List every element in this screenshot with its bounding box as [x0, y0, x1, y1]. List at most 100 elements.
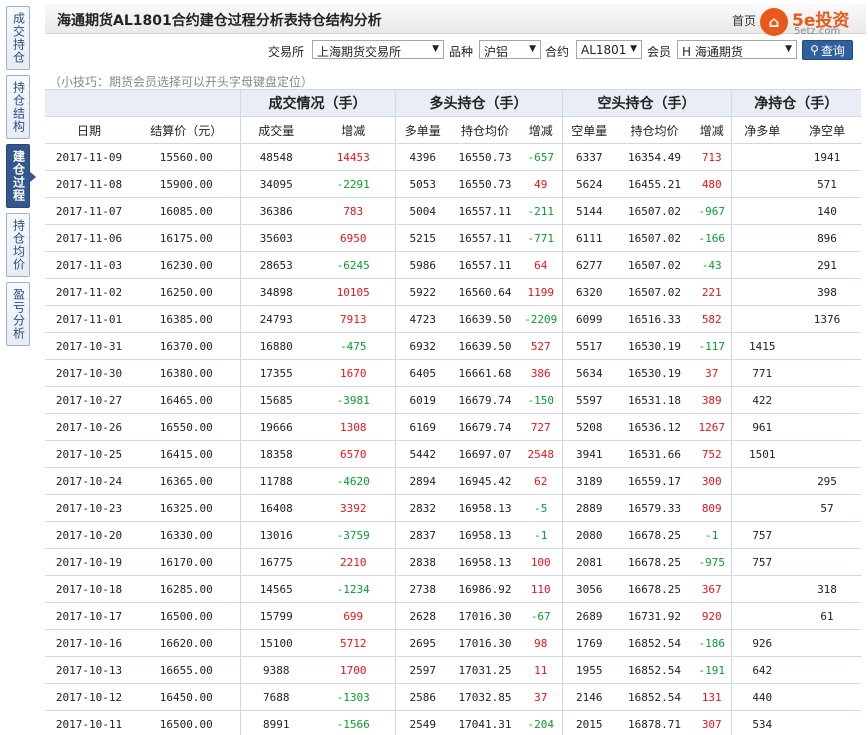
table-cell: 16530.19	[616, 332, 693, 360]
table-cell: 582	[693, 305, 731, 333]
table-cell: 15900.00	[133, 170, 240, 198]
variety-value: 沪铝	[484, 45, 509, 59]
table-cell: 2889	[561, 494, 616, 522]
table-cell: 6950	[312, 224, 395, 252]
exchange-select[interactable]: 上海期货交易所 ▼	[312, 40, 444, 59]
column-header: 净空单	[793, 116, 861, 144]
site-logo[interactable]: 首页 ⌂ 5e投资 5etz.com	[732, 6, 864, 40]
table-cell: 642	[730, 656, 793, 684]
table-cell: 16507.02	[616, 197, 693, 225]
table-cell: 571	[793, 170, 861, 198]
table-cell: 5215	[394, 224, 450, 252]
group-header-long: 多头持仓（手）	[394, 89, 562, 117]
table-cell	[730, 305, 793, 333]
column-header: 成交量	[239, 116, 312, 144]
table-cell: 35603	[239, 224, 312, 252]
table-row: 2017-11-07 16085.00 36386 783 5004 16557.11 -2…	[45, 197, 861, 225]
table-cell: 2017-10-20	[45, 521, 133, 549]
table-cell	[730, 143, 793, 171]
table-cell: 11	[520, 656, 562, 684]
table-cell: 16852.54	[616, 629, 693, 657]
table-cell: 16516.33	[616, 305, 693, 333]
table-row: 2017-10-12 16450.00 7688 -1303 2586 17032.85 3…	[45, 683, 861, 711]
table-cell: 14565	[239, 575, 312, 603]
table-cell: 440	[730, 683, 793, 711]
column-header: 日期	[45, 116, 133, 144]
table-cell: -67	[520, 602, 562, 630]
table-cell: 2017-10-16	[45, 629, 133, 657]
table-cell: 2210	[312, 548, 395, 576]
table-cell: 16325.00	[133, 494, 240, 522]
table-cell: 926	[730, 629, 793, 657]
table-cell: 19666	[239, 413, 312, 441]
table-cell: 16415.00	[133, 440, 240, 468]
table-cell: 16380.00	[133, 359, 240, 387]
table-cell: 16697.07	[450, 440, 520, 468]
table-cell	[793, 710, 861, 735]
table-cell: 2146	[561, 683, 616, 711]
tab-build-process[interactable]: 建仓过程	[6, 144, 36, 208]
member-select[interactable]: H 海通期货 ▼	[677, 40, 797, 59]
table-cell: 17016.30	[450, 629, 520, 657]
table-cell: 1670	[312, 359, 395, 387]
home-link[interactable]: 首页	[732, 12, 756, 29]
table-row: 2017-10-17 16500.00 15799 699 2628 17016.30 -6…	[45, 602, 861, 630]
member-label: 会员	[647, 45, 672, 59]
table-cell: 367	[693, 575, 731, 603]
table-row: 2017-10-19 16170.00 16775 2210 2838 16958.13 1…	[45, 548, 861, 576]
table-cell: 16550.00	[133, 413, 240, 441]
column-header: 多单量	[394, 116, 450, 144]
table-cell: 713	[693, 143, 731, 171]
exchange-value: 上海期货交易所	[317, 45, 402, 59]
table-cell: 2597	[394, 656, 450, 684]
table-cell: 7913	[312, 305, 395, 333]
table-cell: 64	[520, 251, 562, 279]
table-cell: 16661.68	[450, 359, 520, 387]
table-cell: 16531.18	[616, 386, 693, 414]
column-header: 空单量	[561, 116, 616, 144]
table-cell: 16678.25	[616, 521, 693, 549]
table-cell: 2080	[561, 521, 616, 549]
table-cell: 61	[793, 602, 861, 630]
table-cell: 16852.54	[616, 656, 693, 684]
tab-profit-loss[interactable]: 盈亏分析	[6, 282, 30, 346]
contract-select[interactable]: AL1801 ▼	[576, 40, 642, 59]
tab-position-structure[interactable]: 持仓结构	[6, 75, 30, 139]
table-cell: 16678.25	[616, 575, 693, 603]
build-process-table: 成交情况（手） 多头持仓（手） 空头持仓（手） 净持仓（手） 日期 结算价（元）…	[45, 89, 861, 735]
table-cell: 100	[520, 548, 562, 576]
variety-select[interactable]: 沪铝 ▼	[479, 40, 541, 59]
table-cell: 4723	[394, 305, 450, 333]
table-cell: 16775	[239, 548, 312, 576]
table-cell: 16285.00	[133, 575, 240, 603]
table-cell: 398	[793, 278, 861, 306]
table-cell: 16557.11	[450, 224, 520, 252]
table-cell: 5986	[394, 251, 450, 279]
table-cell: 17032.85	[450, 683, 520, 711]
table-cell: 2832	[394, 494, 450, 522]
tab-trade-position[interactable]: 成交持仓	[6, 6, 30, 70]
table-cell: 17031.25	[450, 656, 520, 684]
chevron-down-icon: ▼	[432, 44, 439, 54]
tab-average-price[interactable]: 持仓均价	[6, 213, 30, 277]
table-cell: 5712	[312, 629, 395, 657]
table-cell: 57	[793, 494, 861, 522]
table-cell: 34095	[239, 170, 312, 198]
table-cell: 16878.71	[616, 710, 693, 735]
table-cell: -186	[693, 629, 731, 657]
table-cell	[793, 359, 861, 387]
table-cell: 757	[730, 548, 793, 576]
table-cell: 16958.13	[450, 494, 520, 522]
table-cell: 1376	[793, 305, 861, 333]
column-header: 结算价（元）	[133, 116, 240, 144]
table-cell: 16085.00	[133, 197, 240, 225]
table-cell	[793, 683, 861, 711]
variety-label: 品种	[449, 45, 474, 59]
table-cell: 37	[693, 359, 731, 387]
table-cell: -3759	[312, 521, 395, 549]
query-button[interactable]: ⚲ 查询	[802, 40, 853, 60]
column-header: 增减	[312, 116, 395, 144]
table-cell: 2017-10-12	[45, 683, 133, 711]
table-cell: -4620	[312, 467, 395, 495]
table-cell: 1267	[693, 413, 731, 441]
